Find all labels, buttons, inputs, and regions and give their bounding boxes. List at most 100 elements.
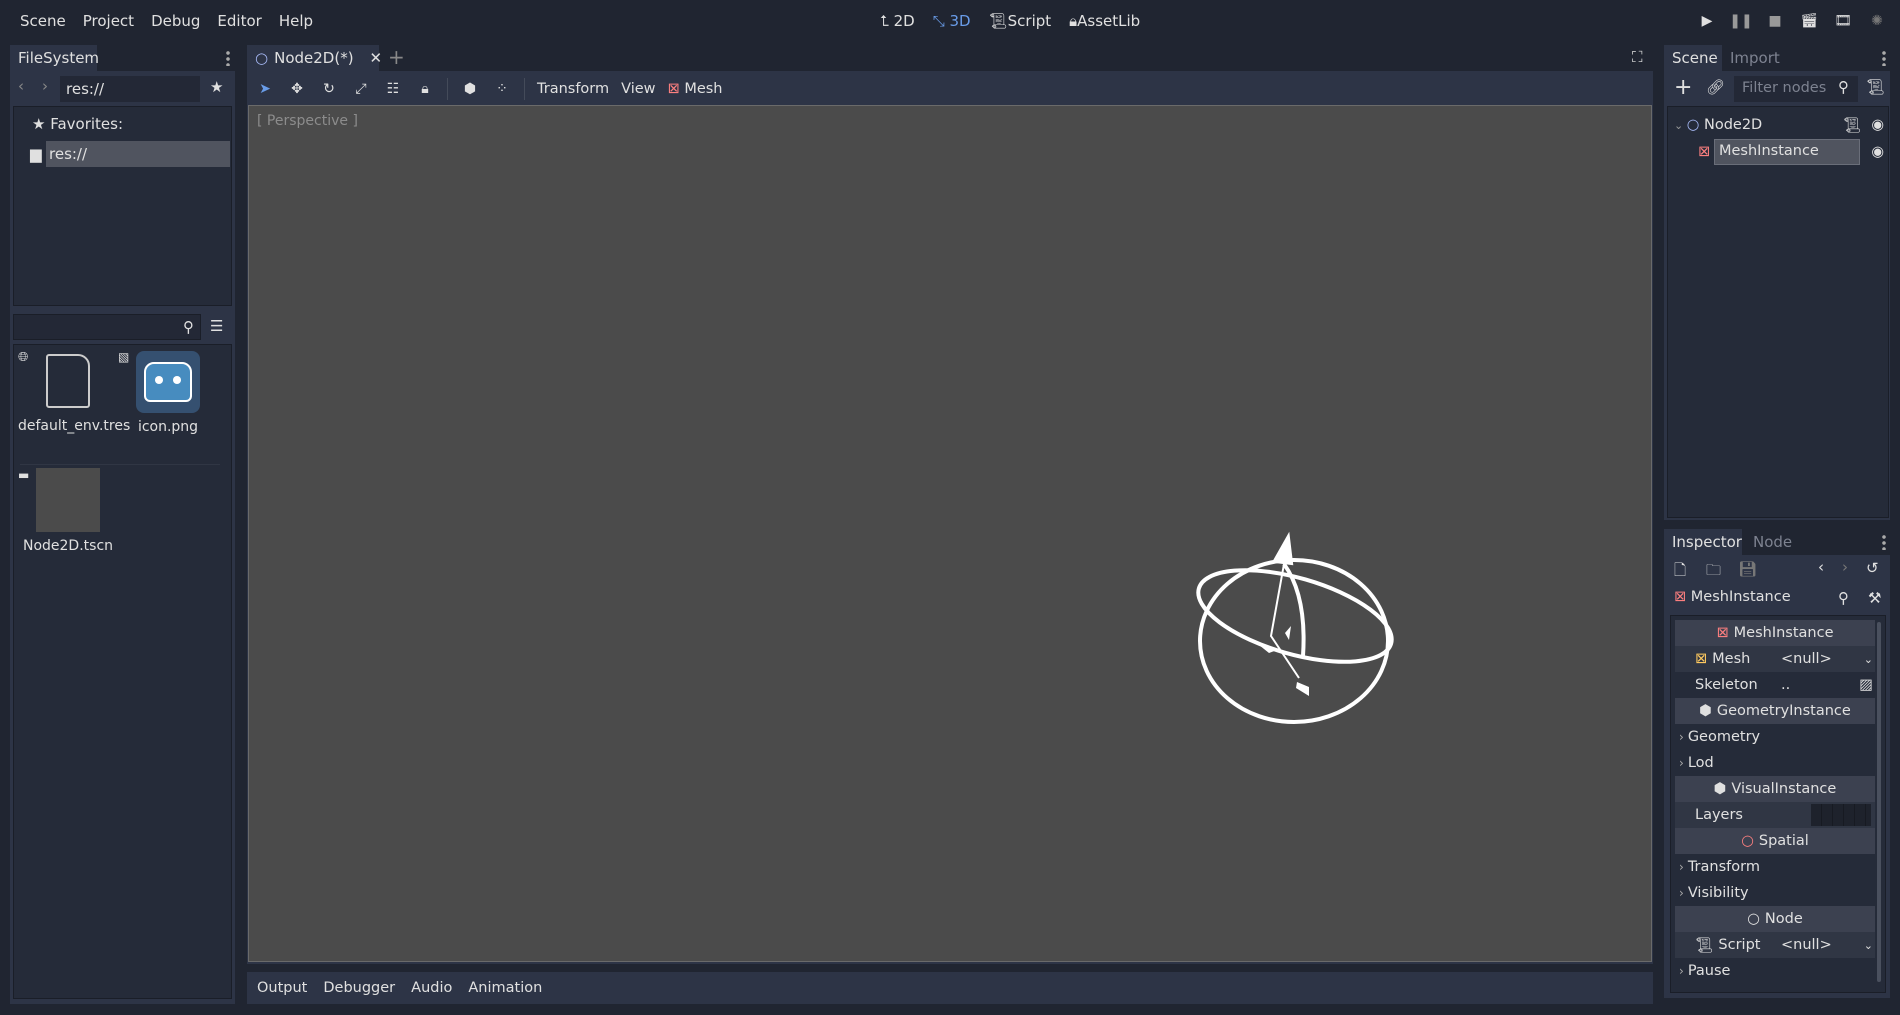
dock-menu-icon[interactable]	[1882, 50, 1886, 66]
workspace-2d[interactable]: ⮤ 2D	[880, 12, 915, 30]
2d-axes-icon: ⮤	[880, 12, 894, 30]
visibility-eye-icon[interactable]: ◉	[1871, 117, 1884, 133]
add-node-icon[interactable]: +	[1674, 75, 1692, 100]
meshinstance-gizmo[interactable]	[1179, 516, 1419, 756]
workspace-3d[interactable]: ⤡ 3D	[933, 12, 971, 30]
nodepath-icon[interactable]: ▨	[1859, 677, 1873, 693]
script-icon[interactable]: 📜︎	[1843, 117, 1861, 134]
tree-node-meshinstance[interactable]: ⊠ MeshInstance ◉	[1698, 139, 1884, 165]
close-icon[interactable]: ✕	[370, 49, 383, 67]
menu-help[interactable]: Help	[279, 12, 313, 30]
tab-scene[interactable]: Scene	[1664, 45, 1722, 71]
tab-inspector[interactable]: Inspector	[1664, 529, 1742, 555]
new-resource-icon[interactable]: 🗋	[1674, 560, 1686, 585]
attach-script-icon[interactable]: 📜︎	[1866, 78, 1885, 96]
object-tools-icon[interactable]: ⚒	[1868, 589, 1881, 607]
inspector-group-pause[interactable]: › Pause	[1675, 958, 1875, 984]
list-select-icon[interactable]: ☷	[383, 79, 403, 99]
tab-filesystem[interactable]: FileSystem	[10, 45, 99, 71]
menu-editor[interactable]: Editor	[217, 12, 261, 30]
scale-tool-icon[interactable]: ⤢	[351, 79, 371, 99]
file-search-input[interactable]: ⚲	[13, 314, 201, 340]
divider	[20, 464, 220, 465]
move-tool-icon[interactable]: ✥	[287, 79, 307, 99]
history-forward-icon[interactable]: ›	[1842, 558, 1848, 576]
layers-grid[interactable]	[1811, 804, 1871, 826]
property-value[interactable]: <null>	[1781, 651, 1832, 667]
play-icon[interactable]: ▶	[1697, 11, 1717, 31]
gizmo-arrow-head	[1271, 531, 1294, 566]
menu-project[interactable]: Project	[83, 12, 134, 30]
stop-icon[interactable]: ■	[1765, 11, 1785, 31]
inspected-object[interactable]: ⊠ MeshInstance	[1674, 589, 1791, 605]
tree-item-res[interactable]: ▆ res://	[30, 141, 230, 167]
tree-node-node2d[interactable]: ⌄ ○ Node2D 📜︎ ◉	[1674, 113, 1884, 137]
inspector-prop-layers[interactable]: Layers⌄	[1675, 802, 1875, 828]
tab-output[interactable]: Output	[257, 980, 307, 996]
path-field[interactable]: res://	[60, 76, 200, 102]
inspector-label: VisualInstance	[1731, 781, 1837, 797]
transform-menu[interactable]: Transform	[537, 81, 609, 97]
rotate-tool-icon[interactable]: ↻	[319, 79, 339, 99]
inspector-group-visibility[interactable]: › Visibility	[1675, 880, 1875, 906]
script-icon: 📜︎	[1695, 937, 1714, 954]
play-custom-scene-icon[interactable]: 🎞︎	[1833, 11, 1853, 31]
lock-icon[interactable]: 🔒︎	[415, 79, 435, 99]
inspector-prop-script[interactable]: 📜︎ Script <null> ⌄	[1675, 932, 1875, 958]
inspector-group-geometry[interactable]: › Geometry	[1675, 724, 1875, 750]
visibility-eye-icon[interactable]: ◉	[1871, 144, 1884, 160]
inspector-group-lod[interactable]: › Lod	[1675, 750, 1875, 776]
search-icon[interactable]: ⚲	[1838, 589, 1849, 607]
tab-debugger[interactable]: Debugger	[323, 980, 395, 996]
history-back-icon[interactable]: ‹	[1818, 558, 1824, 576]
spatial-circle-icon: ○	[1741, 833, 1754, 849]
local-space-icon[interactable]: ⬢	[460, 79, 480, 99]
tab-animation[interactable]: Animation	[468, 980, 542, 996]
file-item[interactable]: ▬ Node2D.tscn	[18, 468, 118, 554]
property-value[interactable]: <null>	[1781, 937, 1832, 953]
file-item[interactable]: ▧ icon.png	[118, 350, 218, 450]
tab-audio[interactable]: Audio	[411, 980, 452, 996]
forward-icon[interactable]: ›	[42, 77, 48, 95]
inspector-properties: ⊠ MeshInstance ⊠ Mesh <null> ⌄ Skeleton.. ▨ ⬢ Geo…	[1670, 615, 1886, 993]
3d-viewport[interactable]: [ Perspective ]	[248, 105, 1652, 962]
link-icon[interactable]: 🔗︎	[1706, 78, 1725, 96]
mesh-menu[interactable]: ⊠ Mesh	[668, 81, 723, 97]
workspace-assetlib[interactable]: 🔒︎ AssetLib	[1069, 12, 1140, 30]
save-icon[interactable]: 💾︎	[1738, 560, 1757, 578]
spinner-icon: ✺	[1871, 13, 1883, 29]
file-item[interactable]: 🌐︎ default_env.tres	[18, 350, 130, 450]
menu-scene[interactable]: Scene	[20, 12, 66, 30]
menu-debug[interactable]: Debug	[151, 12, 200, 30]
inspector-prop-mesh[interactable]: ⊠ Mesh <null> ⌄	[1675, 646, 1875, 672]
snap-icon[interactable]: ⁘	[492, 79, 512, 99]
property-value[interactable]: ..	[1781, 677, 1790, 693]
inspector-prop-skeleton[interactable]: Skeleton.. ▨	[1675, 672, 1875, 698]
viewport-label[interactable]: [ Perspective ]	[257, 113, 358, 129]
select-tool-icon[interactable]: ➤	[255, 79, 275, 99]
dock-menu-icon[interactable]	[1882, 534, 1886, 550]
tab-import[interactable]: Import	[1722, 45, 1788, 71]
open-folder-icon[interactable]: 🗀	[1706, 560, 1721, 585]
workspace-script[interactable]: 📜︎ Script	[989, 12, 1052, 30]
list-view-icon[interactable]: ☰	[210, 317, 223, 335]
view-menu[interactable]: View	[621, 81, 655, 97]
image-icon: ▧	[118, 350, 130, 364]
tab-node2d-scene[interactable]: ○ Node2D(*) ✕	[247, 45, 382, 71]
chevron-down-icon[interactable]: ⌄	[1864, 653, 1873, 666]
collapse-icon[interactable]: ⌄	[1674, 119, 1687, 132]
chevron-down-icon[interactable]: ⌄	[1864, 939, 1873, 952]
node2d-circle-icon: ○	[1686, 117, 1704, 133]
play-scene-icon[interactable]: 🎬︎	[1799, 11, 1819, 31]
add-tab-icon[interactable]: +	[388, 45, 405, 69]
dock-menu-icon[interactable]	[226, 50, 230, 66]
history-icon[interactable]: ↺	[1866, 559, 1879, 577]
inspector-scrollbar[interactable]	[1877, 622, 1881, 982]
favorite-star-icon[interactable]: ★	[210, 78, 223, 96]
inspector-group-transform[interactable]: › Transform	[1675, 854, 1875, 880]
tab-node[interactable]: Node	[1745, 529, 1800, 555]
node-circle-icon: ○	[255, 49, 269, 67]
pause-icon[interactable]: ❚❚	[1729, 11, 1752, 31]
back-icon[interactable]: ‹	[18, 77, 24, 95]
fullscreen-icon[interactable]: ⛶	[1632, 48, 1643, 66]
